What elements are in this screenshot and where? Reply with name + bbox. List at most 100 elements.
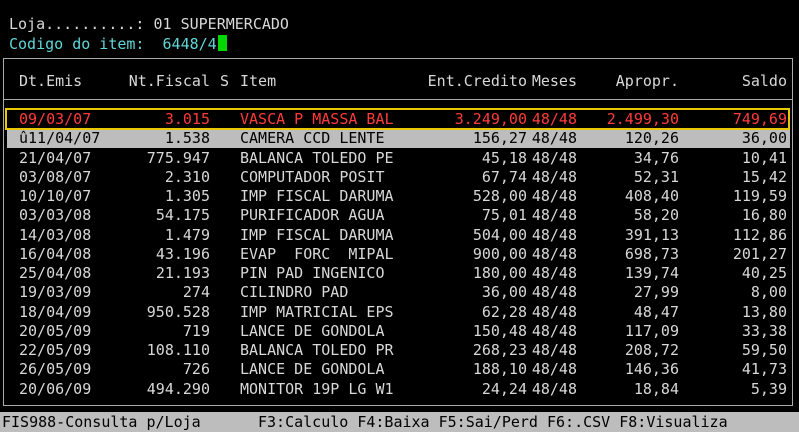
row-invoice: 950.528 bbox=[146, 303, 210, 321]
row-balance: 201,27 bbox=[732, 245, 787, 263]
table-row[interactable]: 16/04/08 43.196 EVAP FORC MIPAL 900,00 48/48… bbox=[9, 245, 790, 264]
row-balance: 41,73 bbox=[741, 360, 787, 378]
row-balance: 10,41 bbox=[741, 149, 787, 167]
row-date: 20/05/09 bbox=[19, 322, 92, 340]
row-months: 48/48 bbox=[531, 245, 577, 263]
row-item: IMP FISCAL DARUMA bbox=[240, 187, 394, 205]
item-code-input[interactable]: 6448/4 bbox=[163, 35, 217, 53]
row-credit: 504,00 bbox=[472, 226, 527, 244]
col-header-balance: Saldo bbox=[741, 72, 787, 90]
row-credit: 156,27 bbox=[472, 129, 527, 147]
row-date: 26/05/09 bbox=[19, 360, 92, 378]
table-row[interactable]: 18/04/09 950.528 IMP MATRICIAL EPS 62,28 48/… bbox=[9, 303, 790, 322]
row-credit: 268,23 bbox=[472, 341, 527, 359]
row-invoice: 54.175 bbox=[155, 206, 210, 224]
row-balance: 40,25 bbox=[741, 264, 787, 282]
col-header-s: S bbox=[220, 72, 230, 90]
row-months: 48/48 bbox=[531, 380, 577, 398]
text-cursor bbox=[217, 35, 227, 51]
row-invoice: 1.538 bbox=[164, 129, 210, 147]
row-invoice: 21.193 bbox=[155, 264, 210, 282]
row-credit: 900,00 bbox=[472, 245, 527, 263]
row-appropriated: 52,31 bbox=[633, 168, 679, 186]
row-balance: 15,42 bbox=[741, 168, 787, 186]
col-header-months: Meses bbox=[531, 72, 577, 90]
row-date: 14/03/08 bbox=[19, 226, 92, 244]
row-balance: 5,39 bbox=[750, 380, 787, 398]
table-row[interactable]: 26/05/09 726 LANCE DE GONDOLA 188,10 48/48 14… bbox=[9, 360, 790, 379]
table-row[interactable]: 03/03/08 54.175 PURIFICADOR AGUA 75,01 48/48… bbox=[9, 206, 790, 225]
row-credit: 528,00 bbox=[472, 187, 527, 205]
store-value: 01 SUPERMERCADO bbox=[153, 15, 289, 33]
row-credit: 36,00 bbox=[481, 283, 527, 301]
row-credit: 180,00 bbox=[472, 264, 527, 282]
row-credit: 75,01 bbox=[481, 206, 527, 224]
row-appropriated: 34,76 bbox=[633, 149, 679, 167]
row-invoice: 43.196 bbox=[155, 245, 210, 263]
row-appropriated: 408,40 bbox=[624, 187, 679, 205]
row-credit: 24,24 bbox=[481, 380, 527, 398]
row-invoice: 108.110 bbox=[146, 341, 210, 359]
table-row[interactable]: 10/10/07 1.305 IMP FISCAL DARUMA 528,00 48/4… bbox=[9, 187, 790, 206]
row-invoice: 1.305 bbox=[164, 187, 210, 205]
table-row[interactable]: 14/03/08 1.479 IMP FISCAL DARUMA 504,00 48/4… bbox=[9, 226, 790, 245]
row-item: EVAP FORC MIPAL bbox=[240, 245, 394, 263]
table-row[interactable]: 21/04/07 775.947 BALANCA TOLEDO PE 45,18 48/… bbox=[9, 149, 790, 168]
row-balance: 13,80 bbox=[741, 303, 787, 321]
row-item: CAMERA CCD LENTE bbox=[240, 129, 385, 147]
row-appropriated: 120,26 bbox=[624, 129, 679, 147]
row-appropriated: 27,99 bbox=[633, 283, 679, 301]
row-item: BALANCA TOLEDO PE bbox=[240, 149, 394, 167]
function-keys: F3:Calculo F4:Baixa F5:Sai/Perd F6:.CSV … bbox=[258, 413, 728, 431]
row-credit: 188,10 bbox=[472, 360, 527, 378]
row-item: IMP MATRICIAL EPS bbox=[240, 303, 394, 321]
row-date: 22/05/09 bbox=[19, 341, 92, 359]
row-item: PIN PAD INGENICO bbox=[240, 264, 385, 282]
table-row[interactable]: 25/04/08 21.193 PIN PAD INGENICO 180,00 48/4… bbox=[9, 264, 790, 283]
table-row[interactable]: 19/03/09 274 CILINDRO PAD 36,00 48/48 27,99 8,… bbox=[9, 283, 790, 302]
row-appropriated: 139,74 bbox=[624, 264, 679, 282]
row-date: 21/04/07 bbox=[19, 149, 92, 167]
row-date: 19/03/09 bbox=[19, 283, 92, 301]
row-appropriated: 391,13 bbox=[624, 226, 679, 244]
row-appropriated: 48,47 bbox=[633, 303, 679, 321]
row-invoice: 494.290 bbox=[146, 380, 210, 398]
row-invoice: 726 bbox=[182, 360, 210, 378]
row-date: 10/10/07 bbox=[19, 187, 92, 205]
row-months: 48/48 bbox=[531, 129, 577, 147]
row-invoice: 274 bbox=[182, 283, 210, 301]
row-balance: 59,50 bbox=[741, 341, 787, 359]
table-row[interactable]: 03/08/07 2.310 COMPUTADOR POSIT 67,74 48/48 5… bbox=[9, 168, 790, 187]
row-months: 48/48 bbox=[531, 264, 577, 282]
table-row[interactable]: 20/06/09 494.290 MONITOR 19P LG W1 24,24 48/… bbox=[9, 380, 790, 399]
header-divider bbox=[4, 99, 792, 100]
row-months: 48/48 bbox=[531, 322, 577, 340]
row-credit: 45,18 bbox=[481, 149, 527, 167]
row-months: 48/48 bbox=[531, 303, 577, 321]
table-row[interactable]: 20/05/09 719 LANCE DE GONDOLA 150,48 48/48 11… bbox=[9, 322, 790, 341]
row-invoice: 719 bbox=[182, 322, 210, 340]
table-header: Dt.Emis Nt.Fiscal S Item Ent.Credito Mes… bbox=[9, 72, 790, 91]
table-row[interactable]: û11/04/07 1.538 CAMERA CCD LENTE 156,27 48/4… bbox=[7, 129, 790, 148]
row-months: 48/48 bbox=[531, 360, 577, 378]
row-appropriated: 18,84 bbox=[633, 380, 679, 398]
store-line: Loja..........: 01 SUPERMERCADO bbox=[9, 15, 289, 34]
row-credit: 67,74 bbox=[481, 168, 527, 186]
row-balance: 16,80 bbox=[741, 206, 787, 224]
row-item: LANCE DE GONDOLA bbox=[240, 360, 385, 378]
row-appropriated: 698,73 bbox=[624, 245, 679, 263]
row-item: MONITOR 19P LG W1 bbox=[240, 380, 394, 398]
table-row[interactable]: 22/05/09 108.110 BALANCA TOLEDO PR 268,23 48… bbox=[9, 341, 790, 360]
row-invoice: 775.947 bbox=[146, 149, 210, 167]
row-months: 48/48 bbox=[531, 206, 577, 224]
col-header-date: Dt.Emis bbox=[19, 72, 83, 90]
row-balance: 8,00 bbox=[750, 283, 787, 301]
store-label: Loja..........: bbox=[9, 15, 154, 33]
row-item: BALANCA TOLEDO PR bbox=[240, 341, 394, 359]
row-item: LANCE DE GONDOLA bbox=[240, 322, 385, 340]
row-credit: 150,48 bbox=[472, 322, 527, 340]
row-date: 18/04/09 bbox=[19, 303, 92, 321]
row-date: 03/08/07 bbox=[19, 168, 92, 186]
terminal-screen: Loja..........: 01 SUPERMERCADO Codigo d… bbox=[0, 0, 799, 432]
row-months: 48/48 bbox=[531, 341, 577, 359]
